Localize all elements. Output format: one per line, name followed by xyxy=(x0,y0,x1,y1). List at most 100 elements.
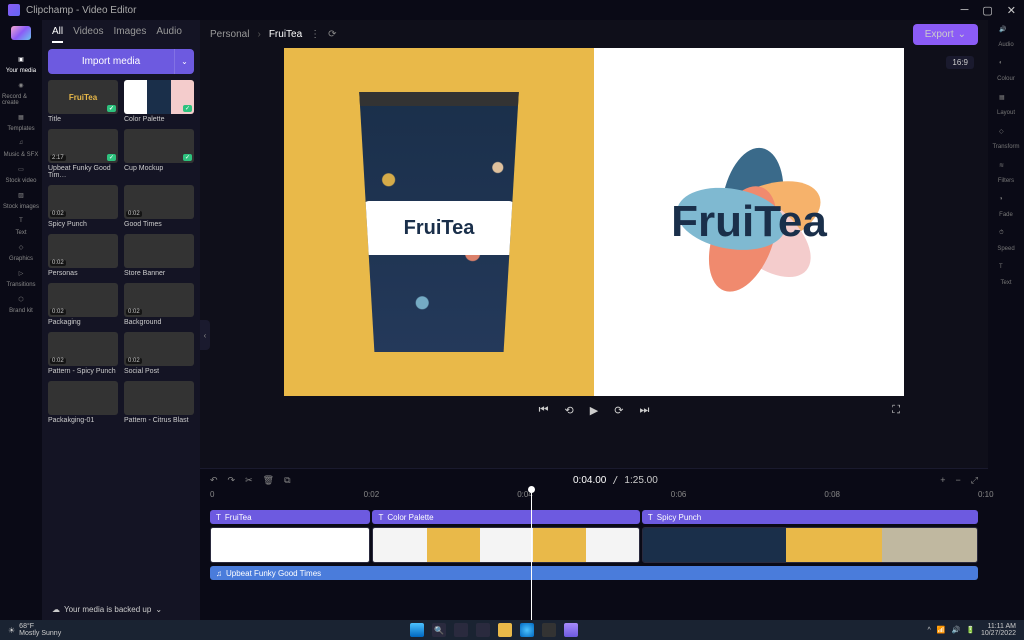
wifi-icon[interactable]: 📶 xyxy=(937,626,946,634)
rightrail-filters[interactable]: ≋Filters xyxy=(998,162,1014,184)
breadcrumb-root[interactable]: Personal xyxy=(210,29,249,40)
rail-brand-kit[interactable]: ⬡Brand kit xyxy=(2,290,40,316)
rail-templates[interactable]: ▦Templates xyxy=(2,108,40,134)
rail-graphics[interactable]: ◇Graphics xyxy=(2,238,40,264)
clock[interactable]: 11:11 AM 10/27/2022 xyxy=(981,623,1016,637)
maximize-button[interactable]: ▢ xyxy=(982,4,992,17)
video-clip[interactable] xyxy=(210,527,370,563)
media-item[interactable]: 0:02Packaging xyxy=(48,283,118,326)
rail-text[interactable]: TText xyxy=(2,212,40,238)
add-track-icon[interactable]: + xyxy=(940,475,945,486)
media-item[interactable]: Store Banner xyxy=(124,234,194,277)
rail-stock-images[interactable]: ▨Stock images xyxy=(2,186,40,212)
rightrail-transform[interactable]: ◇Transform xyxy=(992,128,1019,150)
rightrail-colour[interactable]: ◐Colour xyxy=(997,60,1015,82)
video-track[interactable] xyxy=(210,527,978,563)
explorer-icon[interactable] xyxy=(498,623,512,637)
rightrail-fade[interactable]: ◑Fade xyxy=(999,196,1013,218)
aspect-ratio-button[interactable]: 16:9 xyxy=(946,56,974,69)
title-clip[interactable]: TColor Palette xyxy=(372,510,639,524)
fullscreen-icon[interactable]: ⛶ xyxy=(892,404,900,417)
title-track[interactable]: TFruiTeaTColor PaletteTSpicy Punch xyxy=(210,510,978,524)
tray-chevron-icon[interactable]: ^ xyxy=(928,627,931,634)
filters-icon: ≋ xyxy=(999,162,1013,176)
weather-widget[interactable]: 68°F Mostly Sunny xyxy=(19,623,61,637)
forward-icon[interactable]: ⟳ xyxy=(614,404,623,417)
rightrail-speed[interactable]: ⏱Speed xyxy=(997,230,1014,252)
text-icon: T xyxy=(999,264,1013,278)
media-item[interactable]: ✓Color Palette xyxy=(124,80,194,123)
taskview-icon[interactable] xyxy=(454,623,468,637)
media-thumb xyxy=(48,381,118,415)
media-item[interactable]: 0:02Pattern - Spicy Punch xyxy=(48,332,118,375)
media-item[interactable]: FruiTea✓Title xyxy=(48,80,118,123)
zoom-out-icon[interactable]: − xyxy=(956,475,961,486)
start-icon[interactable] xyxy=(410,623,424,637)
ruler-tick: 0:06 xyxy=(671,490,687,499)
minimize-button[interactable]: ─ xyxy=(961,4,969,17)
edge-icon[interactable] xyxy=(520,623,534,637)
copy-icon[interactable]: ⧉ xyxy=(284,475,290,486)
delete-icon[interactable]: 🗑 xyxy=(263,475,274,486)
video-clip[interactable] xyxy=(372,527,639,563)
rail-your-media[interactable]: ▣Your media xyxy=(2,50,40,76)
play-icon[interactable]: ▶ xyxy=(590,404,598,417)
skip-back-icon[interactable]: ⏮ xyxy=(539,404,549,417)
layout-icon: ▦ xyxy=(999,94,1013,108)
media-item[interactable]: ✓Cup Mockup xyxy=(124,129,194,179)
tab-videos[interactable]: Videos xyxy=(73,26,103,43)
title-clip[interactable]: TFruiTea xyxy=(210,510,370,524)
tab-images[interactable]: Images xyxy=(114,26,147,43)
battery-icon[interactable]: 🔋 xyxy=(966,626,975,634)
more-icon[interactable]: ⋮ xyxy=(310,29,320,40)
export-button[interactable]: Export ⌄ xyxy=(913,24,978,45)
fade-icon: ◑ xyxy=(999,196,1013,210)
rail-transitions[interactable]: ▷Transitions xyxy=(2,264,40,290)
skip-forward-icon[interactable]: ⏭ xyxy=(639,404,649,417)
media-item[interactable]: Pattern - Citrus Blast xyxy=(124,381,194,424)
title-clip[interactable]: TSpicy Punch xyxy=(642,510,978,524)
rightrail-text[interactable]: TText xyxy=(999,264,1013,286)
volume-icon[interactable]: 🔊 xyxy=(952,626,961,634)
rail-stock-video[interactable]: ▭Stock video xyxy=(2,160,40,186)
tab-audio[interactable]: Audio xyxy=(156,26,182,43)
panel-collapse-button[interactable]: ‹ xyxy=(200,320,210,350)
import-media-button[interactable]: Import media xyxy=(48,49,174,74)
cup-label: FruiTea xyxy=(363,201,515,255)
audio-clip[interactable]: ♫ Upbeat Funky Good Times xyxy=(210,566,978,580)
rewind-icon[interactable]: ⟲ xyxy=(565,404,574,417)
undo-icon[interactable]: ↶ xyxy=(210,475,218,486)
preview-canvas[interactable]: FruiTea FruiTea xyxy=(284,48,904,396)
backup-status[interactable]: ☁ Your media is backed up ⌄ xyxy=(48,599,194,620)
media-item[interactable]: 0:02Spicy Punch xyxy=(48,185,118,228)
video-clip[interactable] xyxy=(642,527,978,563)
sidebar-rail-gradient[interactable] xyxy=(11,26,31,40)
chat-icon[interactable] xyxy=(476,623,490,637)
cut-icon[interactable]: ✂ xyxy=(245,475,253,486)
rail-music-sfx[interactable]: ♫Music & SFX xyxy=(2,134,40,160)
clipchamp-taskbar-icon[interactable] xyxy=(564,623,578,637)
import-media-chevron[interactable]: ⌄ xyxy=(174,49,194,74)
topbar: Personal › FruiTea ⋮ ⟳ Export ⌄ xyxy=(200,20,988,48)
terminal-icon[interactable] xyxy=(542,623,556,637)
media-item[interactable]: 0:02Social Post xyxy=(124,332,194,375)
media-item[interactable]: Packakging-01 xyxy=(48,381,118,424)
media-label: Pattern - Citrus Blast xyxy=(124,417,194,424)
weather-icon[interactable]: ☀ xyxy=(8,626,15,635)
tab-all[interactable]: All xyxy=(52,26,63,43)
fit-icon[interactable]: ⤢ xyxy=(971,475,978,486)
media-item[interactable]: 0:02Good Times xyxy=(124,185,194,228)
media-item[interactable]: 0:02Background xyxy=(124,283,194,326)
sync-icon[interactable]: ⟳ xyxy=(328,29,336,40)
close-button[interactable]: ✕ xyxy=(1007,4,1016,17)
playhead[interactable] xyxy=(531,490,532,620)
rightrail-audio[interactable]: 🔊Audio xyxy=(998,26,1013,48)
media-item[interactable]: 0:02Personas xyxy=(48,234,118,277)
rightrail-layout[interactable]: ▦Layout xyxy=(997,94,1015,116)
redo-icon[interactable]: ↷ xyxy=(228,475,236,486)
rail-record-create[interactable]: ◉Record & create xyxy=(2,76,40,108)
breadcrumb-project[interactable]: FruiTea xyxy=(269,29,302,40)
timeline-ruler[interactable]: 00:020:040:060:080:10 xyxy=(210,490,978,506)
media-item[interactable]: 2:17✓Upbeat Funky Good Tim… xyxy=(48,129,118,179)
search-icon[interactable]: 🔍 xyxy=(432,623,446,637)
